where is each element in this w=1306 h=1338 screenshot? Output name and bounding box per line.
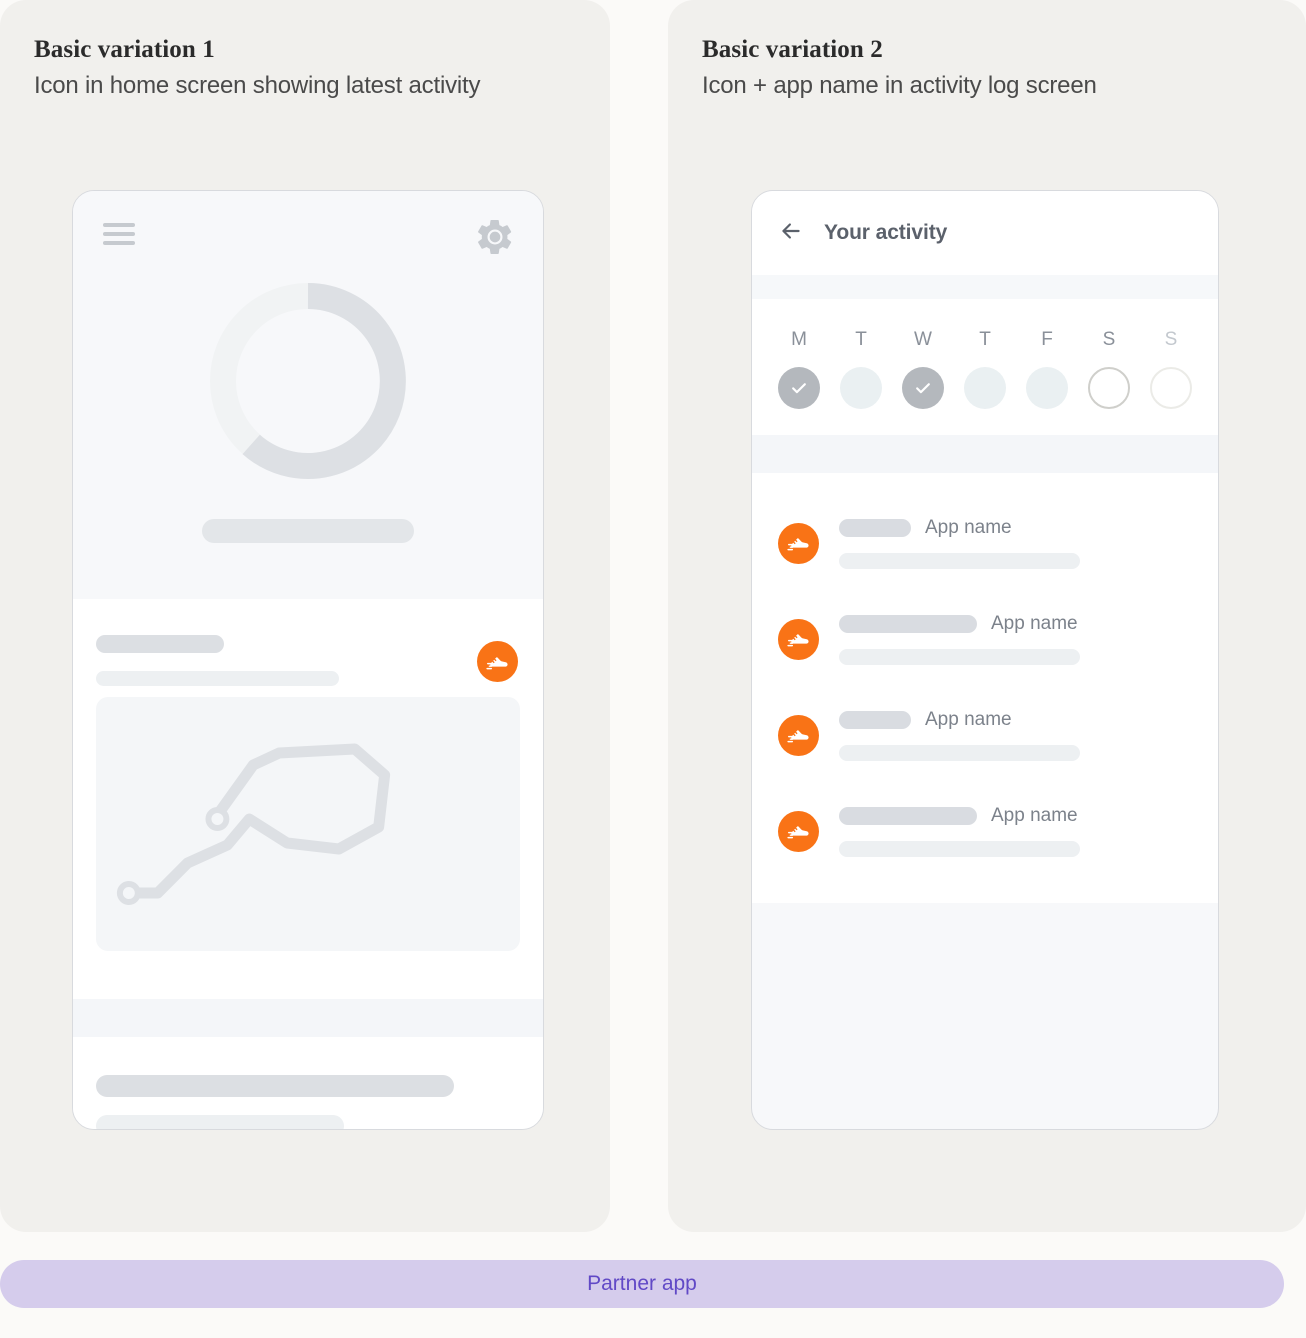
running-shoe-icon [778, 810, 819, 852]
week-day-labels: M T W T F S S [778, 329, 1192, 351]
hero-placeholder-bar [202, 519, 414, 543]
panel-1-header: Basic variation 1 Icon in home screen sh… [0, 0, 610, 100]
list-item[interactable]: App name [752, 591, 1218, 687]
week-label-sun: S [1164, 329, 1178, 350]
activity-log-empty-tail [752, 903, 1218, 1073]
list-item[interactable]: App name [752, 495, 1218, 591]
home-hero-section [73, 191, 543, 599]
week-label-mon: M [791, 329, 807, 350]
activity-title-placeholder [839, 519, 911, 537]
activity-title-placeholder [96, 635, 224, 653]
hamburger-menu-icon[interactable] [103, 223, 135, 245]
bottom-placeholder-bar-1 [96, 1075, 454, 1097]
card-bottom-spacer [73, 951, 543, 999]
activity-detail-placeholder [839, 649, 1080, 665]
panel-basic-variation-2: Basic variation 2 Icon + app name in act… [668, 0, 1306, 1232]
home-bottom-section [73, 1037, 543, 1129]
check-icon [792, 383, 806, 394]
day-indicator-wed-checked[interactable] [902, 367, 944, 409]
app-name-label: App name [925, 709, 1012, 730]
bottom-placeholder-bar-2 [96, 1115, 344, 1129]
day-indicator-sat[interactable] [1088, 367, 1130, 409]
running-shoe-icon [778, 714, 819, 756]
day-indicator-fri[interactable] [1026, 367, 1068, 409]
activity-title-placeholder [839, 807, 977, 825]
week-streak-section: M T W T F S S [752, 299, 1218, 435]
day-indicator-tue[interactable] [840, 367, 882, 409]
activity-progress-ring [206, 279, 410, 488]
route-path-icon [116, 743, 391, 905]
latest-activity-card [73, 599, 543, 999]
back-arrow-icon[interactable] [778, 218, 804, 249]
panel-2-header: Basic variation 2 Icon + app name in act… [668, 0, 1306, 100]
week-list-divider [752, 435, 1218, 473]
day-indicator-mon-checked[interactable] [778, 367, 820, 409]
running-shoe-icon [778, 522, 819, 564]
running-shoe-icon[interactable] [477, 641, 518, 682]
partner-app-footer: Partner app [0, 1260, 1284, 1308]
variations-board: Basic variation 1 Icon in home screen sh… [0, 0, 1306, 1232]
week-label-thu: T [979, 329, 991, 350]
app-name-label: App name [925, 517, 1012, 538]
panel-basic-variation-1: Basic variation 1 Icon in home screen sh… [0, 0, 610, 1232]
partner-app-label: Partner app [587, 1272, 697, 1295]
panel-1-title: Basic variation 1 [34, 36, 215, 63]
check-icon [916, 383, 930, 394]
app-name-label: App name [991, 613, 1078, 634]
route-map-card [96, 697, 520, 951]
header-underline-strip [752, 275, 1218, 299]
activity-detail-placeholder [839, 841, 1080, 857]
activity-log-list: App name App name App name App name [752, 473, 1218, 903]
activity-title-placeholder [839, 615, 977, 633]
panel-2-subtitle: Icon + app name in activity log screen [702, 72, 1097, 99]
app-name-label: App name [991, 805, 1078, 826]
page-title: Your activity [824, 221, 948, 244]
phone-mockup-home-screen [72, 190, 544, 1130]
week-day-indicators [778, 367, 1192, 409]
week-label-sat: S [1102, 329, 1116, 350]
phone-mockup-activity-log: Your activity M T W T F S S App name App… [751, 190, 1219, 1130]
activity-title-placeholder [839, 711, 911, 729]
section-divider-band [73, 999, 543, 1037]
gear-icon[interactable] [475, 217, 515, 262]
week-label-wed: W [914, 329, 932, 350]
activity-subtitle-placeholder [96, 671, 339, 686]
panel-1-subtitle: Icon in home screen showing latest activ… [34, 72, 481, 99]
panel-2-title: Basic variation 2 [702, 36, 883, 63]
activity-log-header: Your activity [752, 191, 1218, 275]
latest-activity-row [73, 599, 543, 697]
week-label-tue: T [855, 329, 867, 350]
activity-detail-placeholder [839, 745, 1080, 761]
running-shoe-icon [778, 618, 819, 660]
list-item[interactable]: App name [752, 687, 1218, 783]
day-indicator-thu[interactable] [964, 367, 1006, 409]
day-indicator-sun[interactable] [1150, 367, 1192, 409]
week-label-fri: F [1041, 329, 1053, 350]
list-item[interactable]: App name [752, 783, 1218, 879]
activity-detail-placeholder [839, 553, 1080, 569]
